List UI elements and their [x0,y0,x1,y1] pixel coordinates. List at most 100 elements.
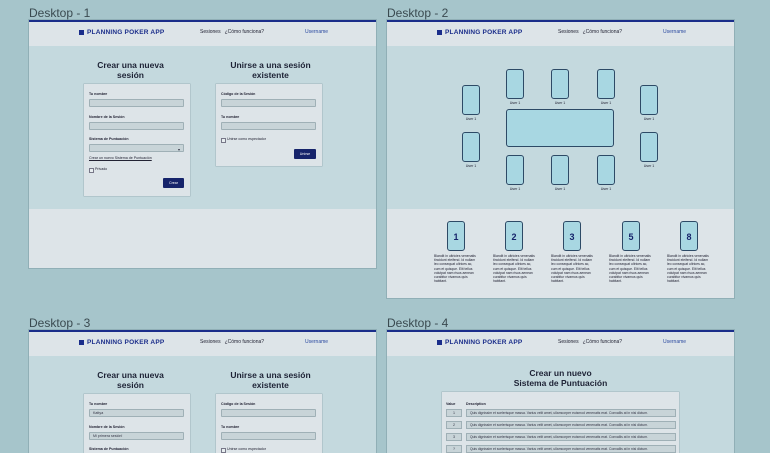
session-name-input[interactable]: Mi primera sesión! [89,432,184,440]
nav-how-link[interactable]: ¿Cómo funciona? [583,339,622,345]
session-name-label: Nombre de la Sesión [89,425,125,429]
player-name: User 1 [643,164,655,168]
player-name: User 1 [554,187,566,191]
app-logo[interactable]: PLANNING POKER APP [437,339,522,346]
app-logo[interactable]: PLANNING POKER APP [79,29,164,36]
description-input[interactable]: Quis dignissim et scelerisque massa. Var… [466,445,676,453]
private-checkbox[interactable] [89,168,94,173]
spectator-checkbox[interactable] [221,138,226,143]
session-name-input[interactable] [89,122,184,130]
scoring-label: Sistema de Puntuación [89,447,129,451]
nav-how-link[interactable]: ¿Cómo funciona? [225,339,264,345]
logo-text: PLANNING POKER APP [445,339,523,346]
frame-desktop-3: PLANNING POKER APP Sesiones ¿Cómo funcion… [29,330,376,453]
poker-card[interactable]: 8 [680,221,698,251]
frame-label-desktop-1: Desktop - 1 [29,6,91,20]
card-description: Blandit in ultricies venenatis tincidunt… [609,254,651,284]
value-input[interactable]: 1 [446,409,462,417]
cards-icon [437,339,442,345]
session-code-label: Código de la Sesión [221,402,256,406]
player-name: User 1 [554,101,566,105]
poker-table [506,109,614,147]
app-logo[interactable]: PLANNING POKER APP [437,29,522,36]
create-button[interactable]: Crear [163,178,184,188]
frame-label-desktop-3: Desktop - 3 [29,316,91,330]
frame-desktop-4: PLANNING POKER APP Sesiones ¿Cómo funcion… [387,330,734,453]
nav-sessions-link[interactable]: Sesiones [200,339,221,345]
name-input[interactable] [89,99,184,107]
card-description: Blandit in ultricies venenatis tincidunt… [434,254,476,284]
nav-how-link[interactable]: ¿Cómo funciona? [225,29,264,35]
join-session-card: Código de la Sesión Tu nombre Unirse com… [216,394,322,453]
name-input[interactable]: Kattya [89,409,184,417]
player-seat [551,155,569,185]
join-name-input[interactable] [221,122,316,130]
card-description: Blandit in ultricies venenatis tincidunt… [551,254,593,284]
join-name-label: Tu nombre [221,425,240,429]
username-link[interactable]: Username [663,29,686,35]
private-label: Privado [95,167,108,171]
card-description: Blandit in ultricies venenatis tincidunt… [667,254,709,284]
nav-links: Sesiones ¿Cómo funciona? [558,29,626,35]
poker-card[interactable]: 1 [447,221,465,251]
frame-desktop-2: PLANNING POKER APP Sesiones ¿Cómo funcion… [387,20,734,298]
join-session-title: Unirse a una sesión existente [230,60,311,80]
player-seat [640,85,658,115]
poker-card[interactable]: 5 [622,221,640,251]
description-input[interactable]: Quis dignissim et scelerisque massa. Var… [466,433,676,441]
chevron-down-icon: ▾ [177,147,180,152]
nav-sessions-link[interactable]: Sesiones [200,29,221,35]
player-seat [597,155,615,185]
player-seat [462,85,480,115]
session-code-input[interactable] [221,99,316,107]
join-name-label: Tu nombre [221,115,240,119]
top-nav: PLANNING POKER APP Sesiones ¿Cómo funcion… [387,20,734,46]
scoring-system-card: Value Description 1 Quis dignissim et sc… [442,392,679,453]
nav-sessions-link[interactable]: Sesiones [558,339,579,345]
nav-links: Sesiones ¿Cómo funciona? [558,339,626,345]
player-name: User 1 [600,187,612,191]
nav-how-link[interactable]: ¿Cómo funciona? [583,29,622,35]
name-label: Tu nombre [89,92,108,96]
frame-desktop-1: PLANNING POKER APP Sesiones ¿Cómo funcion… [29,20,376,268]
top-nav: PLANNING POKER APP Sesiones ¿Cómo funcion… [387,330,734,356]
session-name-label: Nombre de la Sesión [89,115,125,119]
new-scoring-title: Crear un nuevo Sistema de Puntuación [513,368,608,388]
value-input[interactable]: 2 [446,421,462,429]
app-logo[interactable]: PLANNING POKER APP [79,339,164,346]
new-scoring-link[interactable]: Crear un nuevo Sistema de Puntuación [89,156,152,160]
session-code-label: Código de la Sesión [221,92,256,96]
username-link[interactable]: Username [305,339,328,345]
player-name: User 1 [509,187,521,191]
logo-text: PLANNING POKER APP [445,29,523,36]
username-link[interactable]: Username [663,339,686,345]
top-nav: PLANNING POKER APP Sesiones ¿Cómo funcion… [29,330,376,356]
join-button[interactable]: Unirse [294,149,316,159]
value-input[interactable]: ? [446,445,462,453]
session-code-input[interactable] [221,409,316,417]
scoring-select[interactable]: ▾ [89,144,184,152]
join-name-input[interactable] [221,432,316,440]
spectator-checkbox[interactable] [221,448,226,453]
logo-text: PLANNING POKER APP [87,339,165,346]
frame-label-desktop-2: Desktop - 2 [387,6,449,20]
player-seat [506,155,524,185]
username-link[interactable]: Username [305,29,328,35]
scoring-label: Sistema de Puntuación [89,137,129,141]
top-nav: PLANNING POKER APP Sesiones ¿Cómo funcion… [29,20,376,46]
create-session-card: Tu nombre Kattya Nombre de la Sesión Mi … [84,394,190,453]
nav-links: Sesiones ¿Cómo funciona? [200,29,268,35]
join-session-card: Código de la Sesión Tu nombre Unirse com… [216,84,322,166]
description-input[interactable]: Quis dignissim et scelerisque massa. Var… [466,409,676,417]
cards-icon [437,29,442,35]
poker-card[interactable]: 3 [563,221,581,251]
player-seat [640,132,658,162]
player-name: User 1 [465,164,477,168]
nav-sessions-link[interactable]: Sesiones [558,29,579,35]
value-column-header: Value [446,402,456,406]
poker-card[interactable]: 2 [505,221,523,251]
description-input[interactable]: Quis dignissim et scelerisque massa. Var… [466,421,676,429]
frame-label-desktop-4: Desktop - 4 [387,316,449,330]
cards-icon [79,339,84,345]
value-input[interactable]: 3 [446,433,462,441]
